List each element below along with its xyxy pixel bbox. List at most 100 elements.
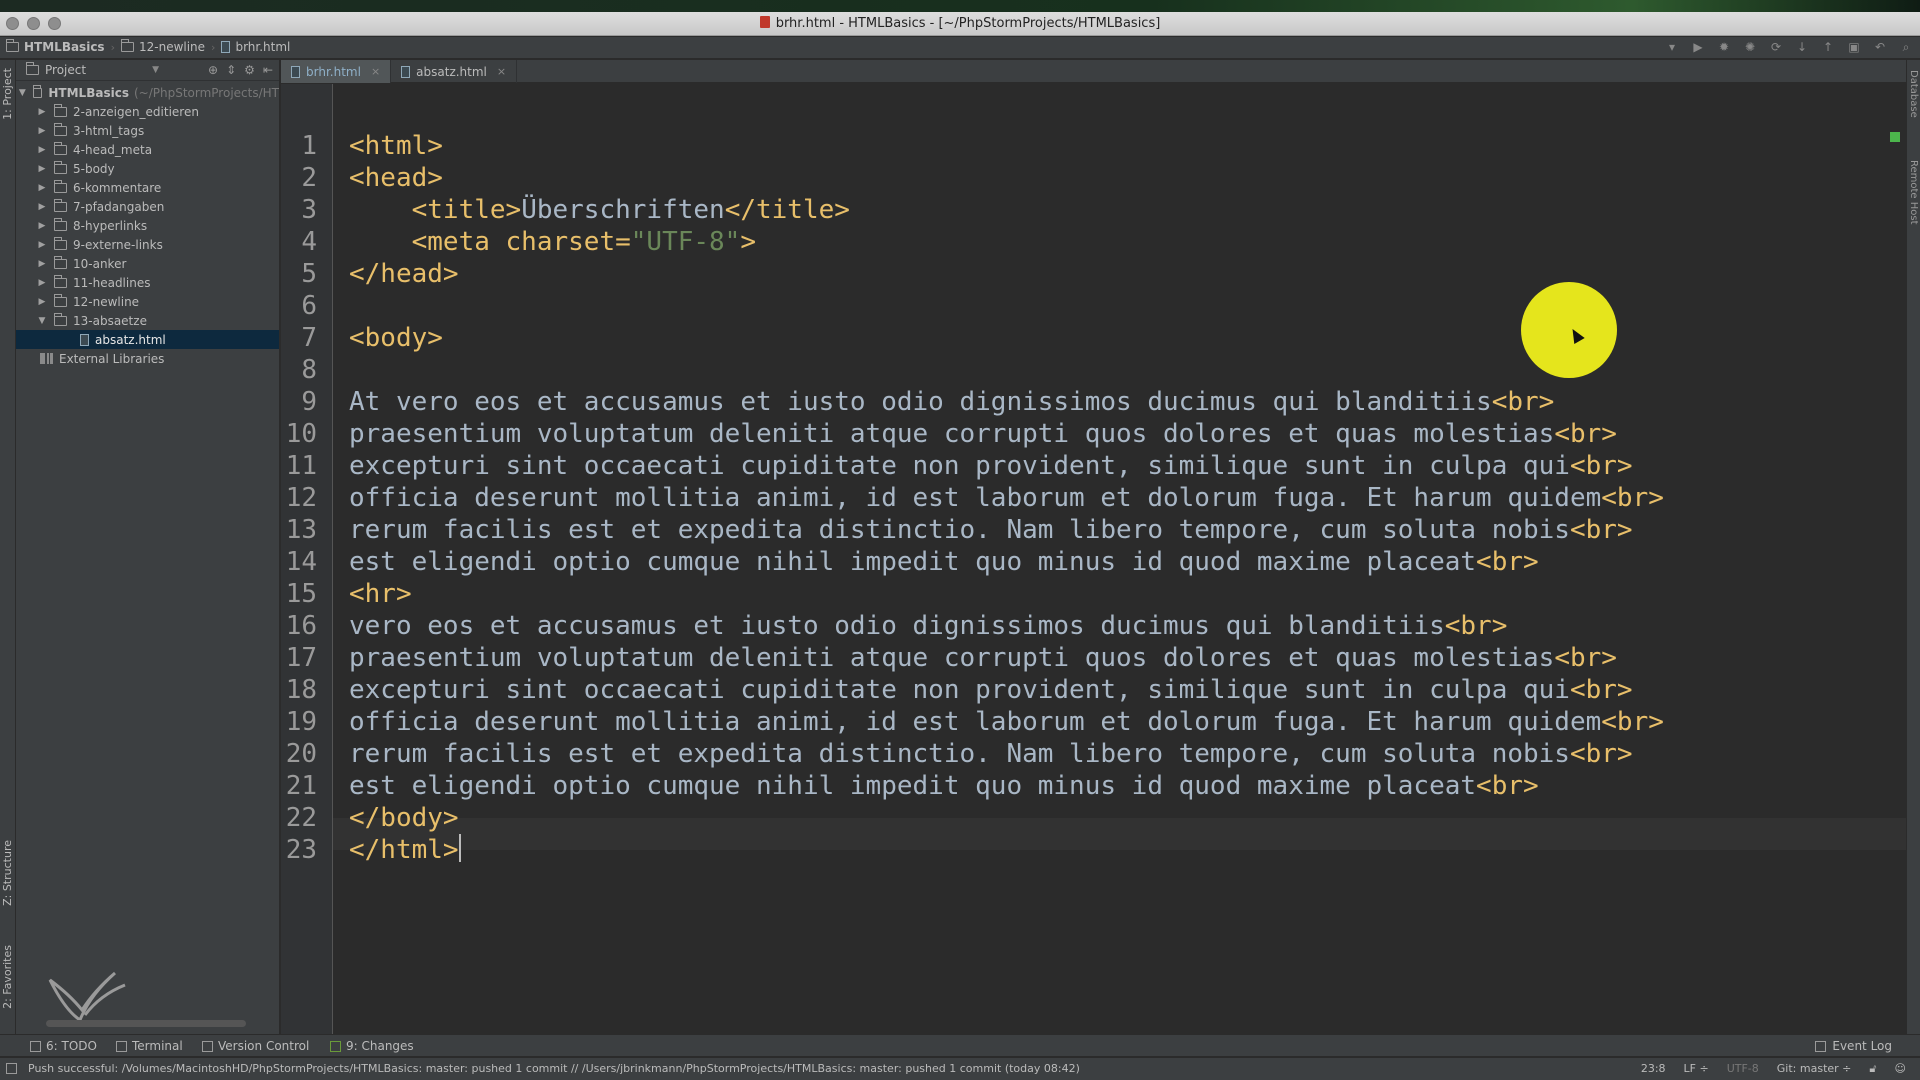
close-icon[interactable]: ×	[371, 65, 380, 78]
tool-window-structure[interactable]: Z: Structure	[1, 840, 14, 906]
collapse-all-icon[interactable]: ⇕	[226, 63, 236, 77]
chevron-down-icon[interactable]: ▼	[152, 65, 159, 75]
vcs-commit-icon[interactable]: ↑	[1820, 40, 1836, 55]
folder-icon	[54, 179, 67, 193]
breadcrumb-project[interactable]: HTMLBasics	[6, 39, 105, 54]
run-icon[interactable]: ▶	[1690, 40, 1706, 55]
collapsed-arrow-icon[interactable]: ▶	[36, 259, 48, 269]
tree-folder-expanded[interactable]: ▼ 13-absaetze	[16, 311, 279, 330]
project-tree: ▼ HTMLBasics (~/PhpStormProjects/HT ▶ 2-a…	[16, 81, 279, 368]
line-number: 22	[285, 803, 317, 833]
breadcrumb-folder[interactable]: 12-newline	[120, 39, 205, 54]
navigation-bar: HTMLBasics › 12-newline › brhr.html ▾ ▶ …	[0, 37, 1920, 59]
tool-window-bar: 6: TODO Terminal Version Control 9: Chan…	[0, 1034, 1920, 1056]
tree-folder[interactable]: ▶ 11-headlines	[16, 273, 279, 292]
right-tool-strip: Database Remote Host	[1906, 60, 1920, 1050]
line-number: 17	[285, 643, 317, 673]
tree-folder[interactable]: ▶ 9-externe-links	[16, 235, 279, 254]
inspection-ok-marker[interactable]	[1890, 132, 1900, 142]
terminal-tool-button[interactable]: Terminal	[116, 1039, 183, 1053]
line-number: 15	[285, 579, 317, 609]
debug-icon[interactable]: ✹	[1716, 40, 1732, 55]
horizontal-scrollbar[interactable]	[46, 1020, 246, 1027]
tree-folder[interactable]: ▶ 8-hyperlinks	[16, 216, 279, 235]
todo-tool-button[interactable]: 6: TODO	[30, 1039, 97, 1053]
line-number: 11	[285, 451, 317, 481]
inspection-icon[interactable]: ☺︎	[1895, 1062, 1906, 1076]
compare-icon[interactable]: ▣	[1846, 40, 1862, 55]
sync-icon[interactable]: ⟳	[1768, 40, 1784, 55]
file-encoding[interactable]: UTF-8	[1727, 1062, 1759, 1076]
breadcrumb-file[interactable]: brhr.html	[221, 40, 290, 54]
version-control-tool-button[interactable]: Version Control	[202, 1039, 309, 1053]
collapsed-arrow-icon[interactable]: ▶	[36, 145, 48, 155]
tree-folder[interactable]: ▶ 12-newline	[16, 292, 279, 311]
line-separator[interactable]: LF ÷	[1684, 1062, 1709, 1076]
file-icon	[221, 41, 231, 53]
panel-actions: ⊕ ⇕ ⚙ ⇤	[208, 63, 273, 77]
collapsed-arrow-icon[interactable]: ▶	[36, 297, 48, 307]
hide-panel-icon[interactable]: ⇤	[263, 63, 273, 77]
line-number: 9	[301, 387, 317, 417]
expanded-arrow-icon[interactable]: ▼	[18, 88, 27, 98]
collapsed-arrow-icon[interactable]: ▶	[36, 183, 48, 193]
tool-window-remote-host[interactable]: Remote Host	[1908, 160, 1919, 225]
collapsed-arrow-icon[interactable]: ▶	[36, 202, 48, 212]
tree-external-libraries[interactable]: External Libraries	[16, 349, 279, 368]
code-editor[interactable]: 1 2 3 4 5 6 7 8 9 10 11 12 13 14 15 16 1…	[281, 84, 1906, 1034]
tree-folder[interactable]: ▶ 5-body	[16, 159, 279, 178]
gear-icon[interactable]: ⚙	[244, 63, 255, 77]
collapsed-arrow-icon[interactable]: ▶	[36, 164, 48, 174]
scroll-from-source-icon[interactable]: ⊕	[208, 63, 218, 77]
tab-absatz-html[interactable]: absatz.html ×	[391, 60, 518, 83]
line-number: 6	[301, 291, 317, 321]
vcs-update-icon[interactable]: ↓	[1794, 40, 1810, 55]
tree-root[interactable]: ▼ HTMLBasics (~/PhpStormProjects/HT	[16, 83, 279, 102]
collapsed-arrow-icon[interactable]: ▶	[36, 240, 48, 250]
tree-folder[interactable]: ▶ 10-anker	[16, 254, 279, 273]
line-number: 2	[301, 163, 317, 193]
code-line: <meta charset="UTF-8">	[349, 227, 756, 257]
event-log-button[interactable]: Event Log	[1815, 1039, 1892, 1053]
code-line: rerum facilis est et expedita distinctio…	[349, 739, 1633, 769]
tool-window-favorites[interactable]: 2: Favorites	[1, 945, 14, 1009]
tree-file-selected[interactable]: absatz.html	[16, 330, 279, 349]
line-number: 5	[301, 259, 317, 289]
status-bar: Push successful: /Volumes/MacintoshHD/Ph…	[0, 1057, 1920, 1080]
changes-tool-button[interactable]: 9: Changes	[330, 1039, 414, 1053]
folder-icon	[32, 84, 43, 98]
line-number: 3	[301, 195, 317, 225]
tree-folder[interactable]: ▶ 3-html_tags	[16, 121, 279, 140]
tab-brhr-html[interactable]: brhr.html ×	[281, 60, 392, 83]
tree-folder[interactable]: ▶ 2-anzeigen_editieren	[16, 102, 279, 121]
collapsed-arrow-icon[interactable]: ▶	[36, 107, 48, 117]
version-control-icon	[202, 1040, 213, 1052]
project-view-selector[interactable]: Project	[45, 63, 86, 77]
search-icon[interactable]: ⌕	[1898, 40, 1914, 55]
revert-icon[interactable]: ↶	[1872, 40, 1888, 55]
project-panel-header: Project ▼ ⊕ ⇕ ⚙ ⇤	[16, 60, 279, 81]
breadcrumb: HTMLBasics › 12-newline › brhr.html	[6, 39, 290, 54]
coverage-icon[interactable]: ✺	[1742, 40, 1758, 55]
close-icon[interactable]: ×	[497, 65, 506, 78]
collapsed-arrow-icon[interactable]: ▶	[36, 221, 48, 231]
line-number: 19	[285, 707, 317, 737]
tool-window-database[interactable]: Database	[1908, 70, 1919, 118]
tree-folder[interactable]: ▶ 6-kommentare	[16, 178, 279, 197]
collapsed-arrow-icon[interactable]: ▶	[36, 126, 48, 136]
editor-tabs: brhr.html × absatz.html ×	[281, 60, 1906, 83]
expanded-arrow-icon[interactable]: ▼	[36, 316, 48, 326]
event-log-icon	[1815, 1040, 1827, 1052]
todo-icon	[30, 1040, 41, 1052]
run-config-dropdown-icon[interactable]: ▾	[1664, 40, 1680, 55]
toggle-tool-windows-icon[interactable]	[6, 1063, 17, 1074]
collapsed-arrow-icon[interactable]: ▶	[36, 278, 48, 288]
lock-icon[interactable]: 🔓︎	[1869, 1062, 1876, 1076]
caret-position[interactable]: 23:8	[1641, 1062, 1666, 1076]
status-message[interactable]: Push successful: /Volumes/MacintoshHD/Ph…	[28, 1062, 1080, 1075]
tree-folder[interactable]: ▶ 4-head_meta	[16, 140, 279, 159]
tree-folder[interactable]: ▶ 7-pfadangaben	[16, 197, 279, 216]
folder-icon	[54, 293, 67, 307]
git-branch[interactable]: Git: master ÷	[1777, 1062, 1852, 1076]
tool-window-project[interactable]: 1: Project	[1, 68, 14, 120]
